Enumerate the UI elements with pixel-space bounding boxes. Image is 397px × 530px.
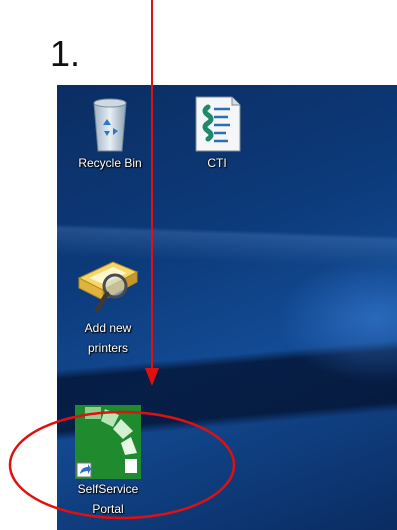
icon-label-add-new-printers-line2: printers bbox=[87, 341, 128, 355]
selfservice-portal-icon bbox=[75, 405, 141, 479]
icon-label-cti: CTI bbox=[207, 156, 227, 170]
icon-label-selfservice-portal-line2: Portal bbox=[92, 502, 124, 516]
icon-label-recycle-bin: Recycle Bin bbox=[78, 156, 142, 170]
shortcut-arrow-icon bbox=[76, 462, 92, 478]
desktop-icon-selfservice-portal[interactable]: SelfService Portal bbox=[67, 405, 149, 519]
script-file-icon bbox=[195, 96, 241, 152]
desktop-icon-recycle-bin[interactable]: Recycle Bin bbox=[65, 95, 155, 173]
desktop-icon-add-new-printers[interactable]: Add new printers bbox=[67, 248, 149, 358]
icon-label-selfservice-portal-line1: SelfService bbox=[77, 482, 139, 496]
desktop-icon-cti[interactable]: CTI bbox=[187, 95, 247, 173]
printer-magnifier-icon bbox=[77, 261, 139, 313]
desktop-background: Recycle Bin CTI Add new printers SelfSer… bbox=[57, 85, 397, 530]
step-number: 1. bbox=[50, 33, 81, 74]
recycle-bin-icon bbox=[93, 98, 127, 152]
icon-label-add-new-printers-line1: Add new bbox=[84, 321, 132, 335]
